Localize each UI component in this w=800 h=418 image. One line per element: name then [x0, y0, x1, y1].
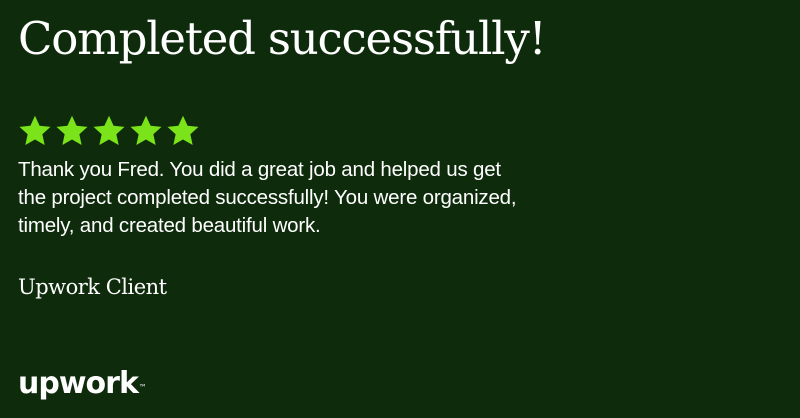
star-icon: [56, 115, 88, 145]
trademark-mark: ™: [138, 383, 147, 392]
star-icon: [19, 115, 51, 145]
review-line: the project completed successfully! You …: [18, 186, 517, 209]
review-author: Upwork Client: [18, 275, 167, 299]
review-text: Thank you Fred. You did a great job and …: [18, 156, 658, 240]
star-icon: [93, 115, 125, 145]
review-line: timely, and created beautiful work.: [18, 214, 321, 237]
star-icon: [167, 115, 199, 145]
upwork-logo: upwork™: [18, 364, 147, 404]
star-icon: [130, 115, 162, 145]
testimonial-card: Completed successfully! Thank you Fred. …: [0, 0, 800, 418]
review-line: Thank you Fred. You did a great job and …: [18, 158, 501, 181]
headline: Completed successfully!: [18, 12, 547, 65]
star-rating: [18, 114, 200, 148]
logo-wordmark: upwork: [18, 366, 139, 401]
